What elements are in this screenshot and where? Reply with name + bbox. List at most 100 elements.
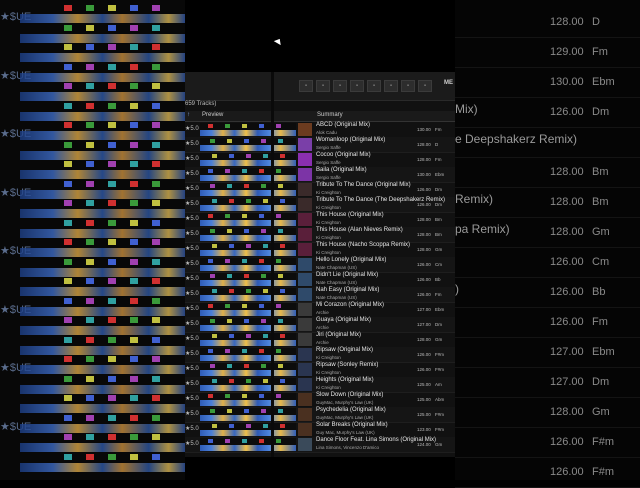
waveform-preview[interactable]: [200, 378, 296, 391]
background-cue-marker: [64, 336, 72, 343]
track-title: Womanloop (Original Mix): [316, 137, 386, 143]
waveform-preview[interactable]: [200, 363, 296, 376]
track-row[interactable]: ★5.0 Psychedelia (Original Mix) GuyMac, Mu…: [185, 407, 455, 423]
toolbar-button-8[interactable]: ▪: [418, 80, 432, 92]
track-key: Fm: [435, 292, 442, 297]
waveform-preview[interactable]: [200, 348, 296, 361]
column-summary[interactable]: Summary: [317, 112, 343, 118]
album-art: [298, 243, 312, 256]
waveform-preview[interactable]: [200, 318, 296, 331]
rating[interactable]: ★5.0: [185, 335, 199, 342]
track-row[interactable]: ★5.0 Nah Easy (Original Mix) Nate Chapman …: [185, 287, 455, 303]
toolbar-button-6[interactable]: ▪: [384, 80, 398, 92]
track-title: Tribute To The Dance (Original Mix): [316, 182, 411, 188]
track-row[interactable]: ★5.0 Jiri (Original Mix) Archie 128.00 Gm: [185, 332, 455, 348]
cue-marker: [261, 319, 266, 323]
background-cue-marker: [86, 63, 94, 70]
background-waveform: [20, 365, 185, 374]
sort-arrow-icon[interactable]: ↑: [187, 112, 190, 118]
waveform-preview[interactable]: [200, 198, 296, 211]
track-row[interactable]: ★5.0 Didn't Lie (Original Mix) Nate Chapma…: [185, 272, 455, 288]
track-row[interactable]: ★5.0 ABCD (Original Mix) Alok Cadu 130.00 Fm: [185, 122, 455, 138]
waveform-preview[interactable]: [200, 138, 296, 151]
toolbar-button-4[interactable]: ▪: [350, 80, 364, 92]
rating[interactable]: ★5.0: [185, 230, 199, 237]
scrollbar[interactable]: [271, 72, 274, 457]
background-cue-marker: [152, 200, 160, 206]
rating[interactable]: ★5.0: [185, 140, 199, 147]
track-row[interactable]: ★5.0 Dance Floor Feat. Lina Simons (Origi…: [185, 437, 455, 453]
cue-marker: [278, 229, 283, 233]
waveform-preview[interactable]: [200, 288, 296, 301]
toolbar-button-5[interactable]: ▪: [367, 80, 381, 92]
column-preview[interactable]: Preview: [202, 112, 223, 118]
background-waveform: [20, 131, 185, 140]
track-title: This House (Alan Nieves Remix): [316, 227, 403, 233]
rating[interactable]: ★5.0: [185, 290, 199, 297]
waveform-preview[interactable]: [200, 258, 296, 271]
track-title: Slow Down (Original Mix): [316, 392, 384, 398]
rating[interactable]: ★5.0: [185, 365, 199, 372]
track-row[interactable]: ★5.0 Slow Down (Original Mix) GuyMac, Murp…: [185, 392, 455, 408]
track-row[interactable]: ★5.0 Hello Lonely (Original Mix) Nate Chap…: [185, 257, 455, 273]
background-cue-marker: [64, 414, 72, 421]
waveform-preview[interactable]: [200, 153, 296, 166]
waveform-preview[interactable]: [200, 123, 296, 136]
background-row-right: 130.00 Ebm: [455, 67, 640, 98]
rating[interactable]: ★5.0: [185, 125, 199, 132]
rating[interactable]: ★5.0: [185, 170, 199, 177]
waveform-preview[interactable]: [200, 438, 296, 451]
cue-marker: [263, 154, 268, 158]
rating[interactable]: ★5.0: [185, 350, 199, 357]
track-row[interactable]: ★5.0 This House (Nacho Scoppa Remix) Ki Cr…: [185, 242, 455, 258]
waveform-preview[interactable]: [200, 213, 296, 226]
waveform-preview[interactable]: [200, 168, 296, 181]
track-row[interactable]: ★5.0 This House (Original Mix) Ki Creighto…: [185, 212, 455, 228]
rating[interactable]: ★5.0: [185, 215, 199, 222]
toolbar-button-2[interactable]: ▪: [316, 80, 330, 92]
cue-marker: [210, 274, 215, 278]
rating[interactable]: ★5.0: [185, 410, 199, 417]
waveform-preview[interactable]: [200, 393, 296, 406]
rating[interactable]: ★5.0: [185, 425, 199, 432]
track-row[interactable]: ★5.0 Womanloop (Original Mix) Sergio Saffe…: [185, 137, 455, 153]
toolbar-button-3[interactable]: ▪: [333, 80, 347, 92]
track-row[interactable]: ★5.0 This House (Alan Nieves Remix) Ki Cre…: [185, 227, 455, 243]
toolbar-button-7[interactable]: ▪: [401, 80, 415, 92]
rating[interactable]: ★5.0: [185, 305, 199, 312]
track-row[interactable]: ★5.0 Ripsaw (Sonley Remix) Ki Creighton 126…: [185, 362, 455, 378]
rating[interactable]: ★5.0: [185, 320, 199, 327]
background-waveform: [20, 92, 185, 101]
rating[interactable]: ★5.0: [185, 245, 199, 252]
rating[interactable]: ★5.0: [185, 395, 199, 402]
waveform-preview[interactable]: [200, 243, 296, 256]
waveform-preview[interactable]: [200, 303, 296, 316]
rating[interactable]: ★5.0: [185, 185, 199, 192]
waveform-preview[interactable]: [200, 273, 296, 286]
waveform-preview[interactable]: [200, 228, 296, 241]
rating[interactable]: ★5.0: [185, 200, 199, 207]
rating[interactable]: ★5.0: [185, 440, 199, 447]
waveform-preview[interactable]: [200, 333, 296, 346]
track-row[interactable]: ★5.0 Heights (Original Mix) Ki Creighton 12…: [185, 377, 455, 393]
track-row[interactable]: ★5.0 Baila (Original Mix) Sergio Saffe 130.…: [185, 167, 455, 183]
track-row[interactable]: ★5.0 Tribute To The Dance (Original Mix) K…: [185, 182, 455, 198]
rating[interactable]: ★5.0: [185, 155, 199, 162]
track-row[interactable]: ★5.0 Cocoo (Original Mix) Sergio Saffe 128.…: [185, 152, 455, 168]
rating[interactable]: ★5.0: [185, 380, 199, 387]
track-row[interactable]: ★5.0 Mi Corazon (Original Mix) Archie 127.0…: [185, 302, 455, 318]
rating[interactable]: ★5.0: [185, 275, 199, 282]
toolbar-button-1[interactable]: ▪: [299, 80, 313, 92]
background-cue-marker: [64, 5, 72, 11]
background-cue-marker: [130, 44, 138, 50]
track-row[interactable]: ★5.0 Ripsaw (Original Mix) Ki Creighton 126…: [185, 347, 455, 363]
waveform-preview[interactable]: [200, 423, 296, 436]
background-cue-marker: [64, 219, 72, 226]
me-button[interactable]: ME: [444, 80, 453, 86]
track-row[interactable]: ★5.0 Solar Breaks (Original Mix) Guy Mac, …: [185, 422, 455, 438]
rating[interactable]: ★5.0: [185, 260, 199, 267]
waveform-preview[interactable]: [200, 408, 296, 421]
waveform-preview[interactable]: [200, 183, 296, 196]
track-row[interactable]: ★5.0 Guaya (Original Mix) Archie 127.00 Dm: [185, 317, 455, 333]
track-row[interactable]: ★5.0 Tribute To The Dance (The Deepshaker…: [185, 197, 455, 213]
